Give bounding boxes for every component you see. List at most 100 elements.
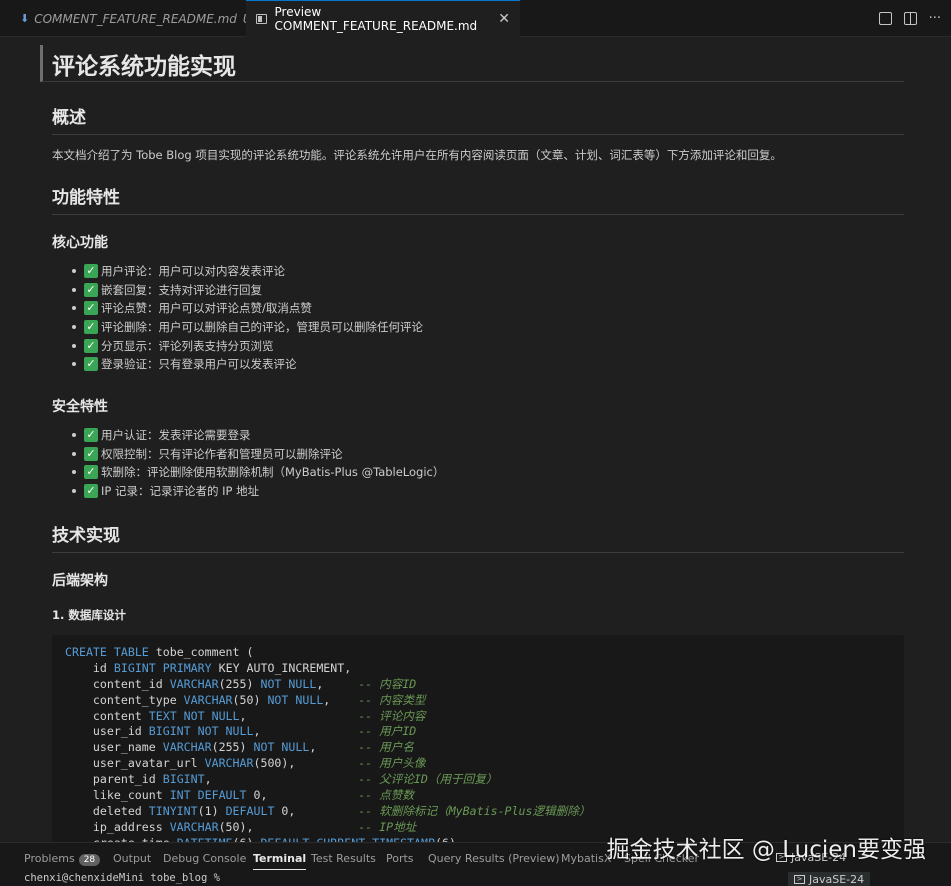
list-item-text: 嵌套回复：支持对评论进行回复 <box>101 282 262 297</box>
list-item: ✓ 用户认证：发表评论需要登录 <box>72 426 444 445</box>
code-line: content_type VARCHAR(50) NOT NULL, -- 内容… <box>65 692 426 707</box>
panel-tab-output[interactable]: Output <box>113 852 151 865</box>
terminal-list-item[interactable]: > JavaSE-24 <box>788 872 871 886</box>
code-line: user_avatar_url VARCHAR(500), -- 用户头像 <box>65 756 426 771</box>
list-item: ✓ 嵌套回复：支持对评论进行回复 <box>72 281 423 300</box>
check-mark-icon: ✓ <box>84 465 98 480</box>
bullet-icon <box>72 343 76 348</box>
heading-backend: 后端架构 <box>52 573 108 589</box>
panel-tab-test-results[interactable]: Test Results <box>311 852 376 865</box>
panel-tab-label: Debug Console <box>163 852 247 865</box>
panel-tab-label: MybatisX <box>561 852 612 865</box>
terminal-icon: > <box>794 874 805 884</box>
watermark: 掘金技术社区 @ Lucien要变强 <box>606 837 926 863</box>
panel-tab-terminal[interactable]: Terminal <box>253 852 307 870</box>
heading-tech: 技术实现 <box>52 521 904 553</box>
terminal-list-label: JavaSE-24 <box>809 872 865 886</box>
panel-tab-label: Ports <box>386 852 414 865</box>
problems-count-badge: 28 <box>78 854 101 866</box>
list-item: ✓ 分页显示：评论列表支持分页浏览 <box>72 336 423 355</box>
code-line: deleted TINYINT(1) DEFAULT 0, -- 软删除标记（M… <box>65 803 591 818</box>
overview-text: 本文档介绍了为 Tobe Blog 项目实现的评论系统功能。评论系统允许用户在所… <box>52 148 782 162</box>
bullet-icon <box>72 470 76 475</box>
heading-overview: 概述 <box>52 103 904 135</box>
sql-code: CREATE TABLE tobe_comment ( id BIGINT PR… <box>65 645 590 842</box>
list-item: ✓ 权限控制：只有评论作者和管理员可以删除评论 <box>72 445 444 464</box>
tab-markdown-source[interactable]: ⬇ COMMENT_FEATURE_README.md U <box>10 0 252 37</box>
list-item-text: 分页显示：评论列表支持分页浏览 <box>101 338 274 353</box>
check-mark-icon: ✓ <box>84 338 98 353</box>
markdown-preview[interactable]: 评论系统功能实现 概述 本文档介绍了为 Tobe Blog 项目实现的评论系统功… <box>0 37 951 842</box>
terminal[interactable]: chenxi@chenxideMini tobe_blog % > JavaSE… <box>0 872 951 886</box>
tab-label: Preview COMMENT_FEATURE_README.md <box>274 5 478 33</box>
bullet-icon <box>72 306 76 311</box>
tab-label: COMMENT_FEATURE_README.md <box>34 11 237 26</box>
page-title: 评论系统功能实现 <box>52 54 236 80</box>
bullet-icon <box>72 325 76 330</box>
bullet-icon <box>72 489 76 494</box>
close-icon[interactable]: ✕ <box>498 11 510 27</box>
list-item-text: IP 记录：记录评论者的 IP 地址 <box>101 484 260 499</box>
list-item-text: 评论删除：用户可以删除自己的评论，管理员可以删除任何评论 <box>101 320 423 335</box>
check-mark-icon: ✓ <box>84 428 98 443</box>
panel-tab-problems[interactable]: Problems 28 <box>24 852 101 866</box>
list-item: ✓ 用户评论：用户可以对内容发表评论 <box>72 262 423 281</box>
core-feature-list: ✓ 用户评论：用户可以对内容发表评论 ✓ 嵌套回复：支持对评论进行回复 ✓ 评论点赞：用户… <box>72 262 423 374</box>
panel-tab-label: Query Results (Preview) <box>428 852 560 865</box>
bullet-icon <box>72 269 76 274</box>
check-mark-icon: ✓ <box>84 484 98 499</box>
security-feature-list: ✓ 用户认证：发表评论需要登录 ✓ 权限控制：只有评论作者和管理员可以删除评论 ✓ 软删除… <box>72 426 444 500</box>
editor-actions: ··· <box>878 0 941 37</box>
list-item-text: 权限控制：只有评论作者和管理员可以删除评论 <box>101 446 343 461</box>
bullet-icon <box>72 451 76 456</box>
list-item: ✓ 评论点赞：用户可以对评论点赞/取消点赞 <box>72 299 423 318</box>
panel-tab-debug-console[interactable]: Debug Console <box>163 852 246 865</box>
list-item: ✓ 软删除：评论删除使用软删除机制（MyBatis-Plus @TableLogi… <box>72 463 444 482</box>
code-line: CREATE TABLE tobe_comment ( <box>65 645 254 659</box>
preview-icon <box>256 14 267 24</box>
code-line: user_id BIGINT NOT NULL, -- 用户ID <box>65 724 417 739</box>
check-mark-icon: ✓ <box>84 301 98 316</box>
markdown-icon: ⬇ <box>20 12 30 25</box>
list-item: ✓ IP 记录：记录评论者的 IP 地址 <box>72 482 444 501</box>
split-editor-icon[interactable] <box>903 12 917 25</box>
tab-preview[interactable]: Preview COMMENT_FEATURE_README.md ✕ <box>246 0 520 37</box>
code-line: like_count INT DEFAULT 0, -- 点赞数 <box>65 788 414 803</box>
bullet-icon <box>72 362 76 367</box>
check-mark-icon: ✓ <box>84 264 98 279</box>
panel-tab-query-results-preview[interactable]: Query Results (Preview) <box>428 852 560 865</box>
heading-security: 安全特性 <box>52 399 108 415</box>
sql-code-block: CREATE TABLE tobe_comment ( id BIGINT PR… <box>52 635 904 842</box>
check-mark-icon: ✓ <box>84 282 98 297</box>
list-item-text: 软删除：评论删除使用软删除机制（MyBatis-Plus @TableLogic… <box>101 465 445 480</box>
code-line: parent_id BIGINT, -- 父评论ID（用于回复） <box>65 772 498 787</box>
list-item-text: 登录验证：只有登录用户可以发表评论 <box>101 357 297 372</box>
bullet-icon <box>72 287 76 292</box>
code-line: user_name VARCHAR(255) NOT NULL, -- 用户名 <box>65 740 414 755</box>
check-mark-icon: ✓ <box>84 446 98 461</box>
panel-tab-label: Output <box>113 852 152 865</box>
check-mark-icon: ✓ <box>84 320 98 335</box>
code-line: content_id VARCHAR(255) NOT NULL, -- 内容I… <box>65 676 417 691</box>
open-source-icon[interactable] <box>878 12 892 25</box>
panel-tab-ports[interactable]: Ports <box>386 852 414 865</box>
list-item: ✓ 登录验证：只有登录用户可以发表评论 <box>72 355 423 374</box>
heading-core: 核心功能 <box>52 235 108 251</box>
list-item: ✓ 评论删除：用户可以删除自己的评论，管理员可以删除任何评论 <box>72 318 423 337</box>
bullet-icon <box>72 433 76 438</box>
more-actions-icon[interactable]: ··· <box>929 11 941 26</box>
heading-features: 功能特性 <box>52 183 904 215</box>
heading-db-design: 1. 数据库设计 <box>52 608 126 622</box>
list-item-text: 用户评论：用户可以对内容发表评论 <box>101 264 285 279</box>
code-line: content TEXT NOT NULL, -- 评论内容 <box>65 708 426 723</box>
panel-tab-label: Terminal <box>253 852 307 865</box>
terminal-prompt[interactable]: chenxi@chenxideMini tobe_blog % <box>24 872 220 884</box>
check-mark-icon: ✓ <box>84 357 98 372</box>
panel-tab-label: Problems <box>24 852 75 865</box>
code-line: id BIGINT PRIMARY KEY AUTO_INCREMENT, <box>65 660 352 675</box>
title-block: 评论系统功能实现 <box>40 45 904 82</box>
code-line: ip_address VARCHAR(50), -- IP地址 <box>65 819 417 834</box>
list-item-text: 用户认证：发表评论需要登录 <box>101 428 251 443</box>
list-item-text: 评论点赞：用户可以对评论点赞/取消点赞 <box>101 301 312 316</box>
panel-tab-mybatisx[interactable]: MybatisX <box>561 852 611 865</box>
